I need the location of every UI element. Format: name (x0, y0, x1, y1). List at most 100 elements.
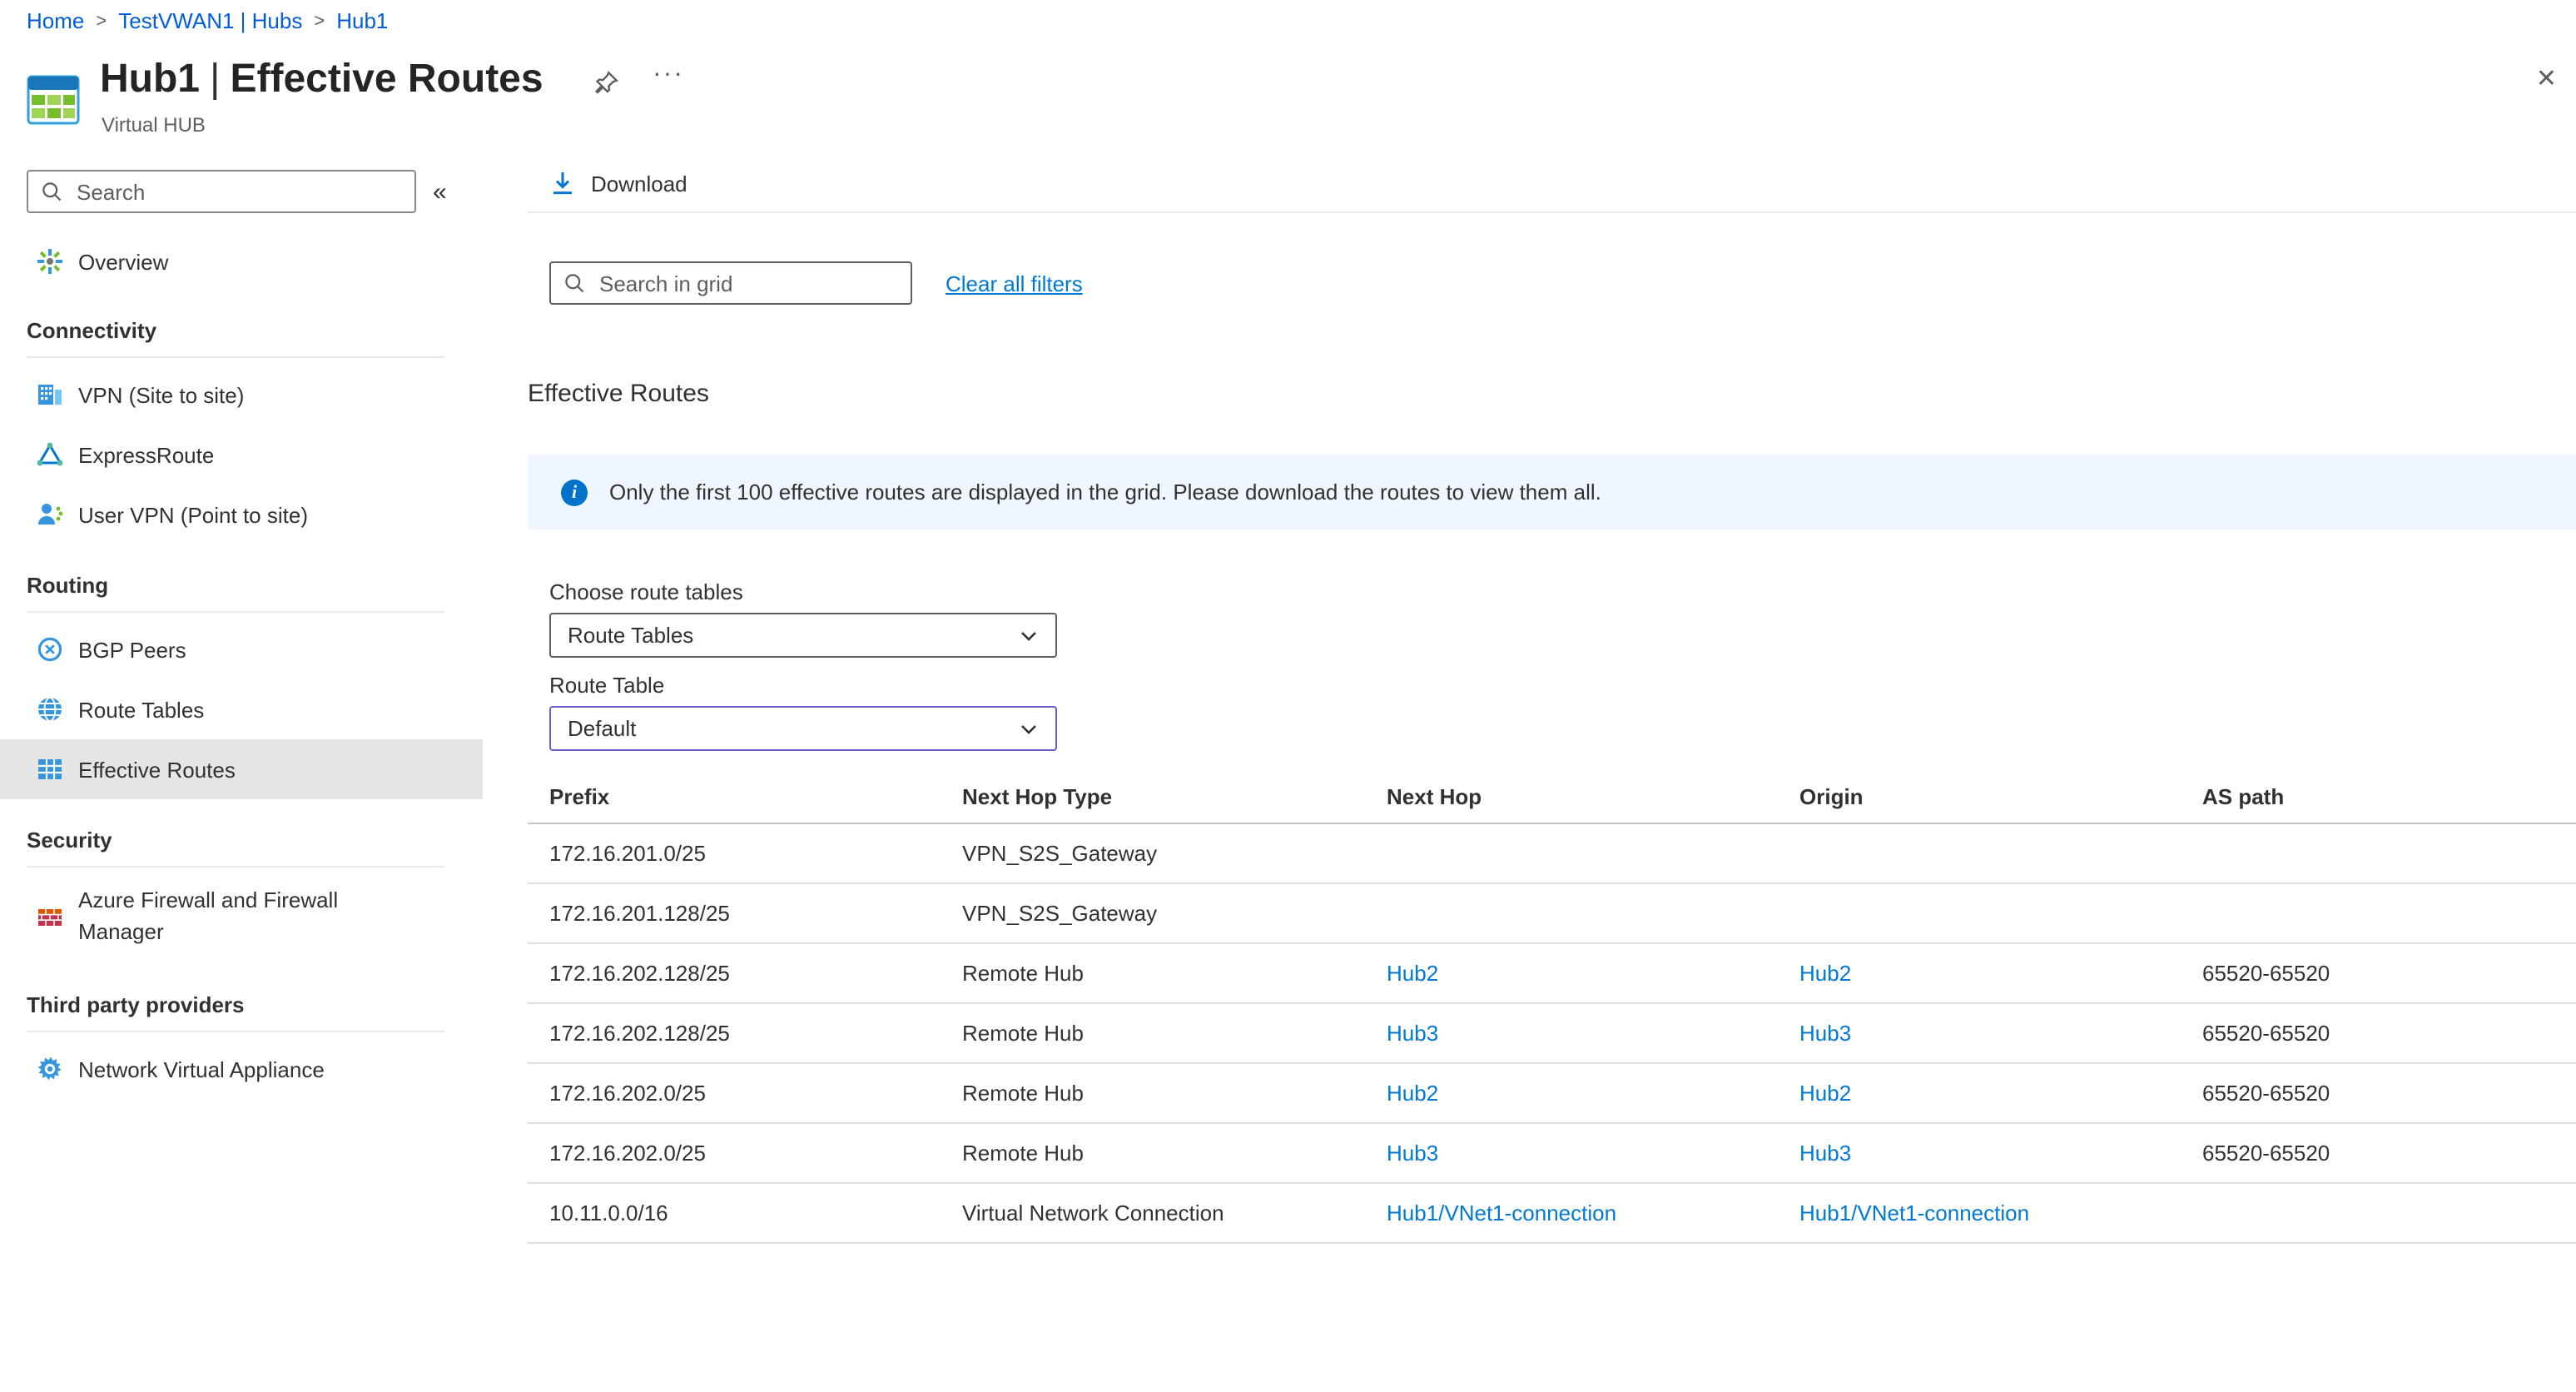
cell-origin-link[interactable]: Hub3 (1799, 1141, 2202, 1166)
sidebar-section-security: Security (0, 819, 483, 853)
breadcrumb-separator: > (96, 11, 107, 31)
page-subtitle: Virtual HUB (102, 113, 206, 137)
sidebar-item-label: ExpressRoute (78, 442, 214, 467)
overview-icon (37, 248, 63, 275)
route-tables-dropdown-value: Route Tables (568, 623, 1019, 648)
cell-as-path: 65520-65520 (2202, 1081, 2576, 1106)
sidebar-item-effective-routes[interactable]: Effective Routes (0, 739, 483, 799)
column-header-next-hop[interactable]: Next Hop (1387, 783, 1799, 808)
cell-next-hop-type: Remote Hub (962, 1141, 1387, 1166)
sidebar-item-label: Effective Routes (78, 757, 236, 782)
table-row[interactable]: 10.11.0.0/16 Virtual Network Connection … (528, 1184, 2576, 1244)
sidebar-section-third-party: Third party providers (0, 984, 483, 1017)
sidebar-collapse-button[interactable]: « (433, 177, 447, 206)
sidebar-item-azure-firewall[interactable]: Azure Firewall and Firewall Manager (0, 874, 483, 961)
vpn-site-to-site-icon (37, 381, 63, 408)
divider (27, 611, 444, 613)
cell-prefix: 172.16.202.0/25 (549, 1141, 962, 1166)
command-bar: Download (528, 167, 2576, 213)
cell-origin-link[interactable]: Hub2 (1799, 1081, 2202, 1106)
sidebar-item-vpn-site-to-site[interactable]: VPN (Site to site) (0, 365, 483, 425)
info-banner: Only the first 100 effective routes are … (528, 455, 2576, 529)
cell-next-hop-link[interactable]: Hub3 (1387, 1021, 1799, 1046)
route-table-label: Route Table (549, 673, 664, 698)
column-header-origin[interactable]: Origin (1799, 783, 2202, 808)
clear-all-filters-link[interactable]: Clear all filters (946, 271, 1083, 296)
route-table-dropdown[interactable]: Default (549, 706, 1057, 751)
table-row[interactable]: 172.16.202.0/25 Remote Hub Hub3 Hub3 655… (528, 1124, 2576, 1184)
close-icon[interactable]: ✕ (2536, 63, 2557, 93)
sidebar-item-label: Azure Firewall and Firewall Manager (78, 886, 386, 948)
table-row[interactable]: 172.16.202.128/25 Remote Hub Hub2 Hub2 6… (528, 944, 2576, 1004)
page-title-separator: | (200, 57, 230, 102)
effective-routes-icon (37, 756, 63, 783)
page-title-resource: Hub1 (100, 57, 200, 102)
route-tables-dropdown[interactable]: Route Tables (549, 613, 1057, 658)
network-virtual-appliance-icon (37, 1056, 63, 1082)
search-icon (563, 271, 586, 295)
table-header: Prefix Next Hop Type Next Hop Origin AS … (528, 769, 2576, 824)
page-title-blade: Effective Routes (230, 57, 543, 102)
cell-next-hop-type: VPN_S2S_Gateway (962, 901, 1387, 926)
sidebar-item-label: BGP Peers (78, 637, 186, 662)
cell-prefix: 172.16.202.128/25 (549, 961, 962, 986)
cell-next-hop-type: Remote Hub (962, 1081, 1387, 1106)
cell-next-hop-link[interactable]: Hub2 (1387, 961, 1799, 986)
cell-origin-link[interactable]: Hub2 (1799, 961, 2202, 986)
sidebar-item-label: Network Virtual Appliance (78, 1056, 325, 1081)
chevron-down-icon (1019, 625, 1039, 645)
grid-search-input[interactable] (596, 269, 899, 297)
cell-prefix: 172.16.202.0/25 (549, 1081, 962, 1106)
cell-prefix: 172.16.201.128/25 (549, 901, 962, 926)
more-options-icon[interactable]: ··· (653, 60, 684, 90)
divider (27, 866, 444, 868)
breadcrumb-hubs-link[interactable]: TestVWAN1 | Hubs (118, 8, 302, 33)
table-row[interactable]: 172.16.202.0/25 Remote Hub Hub2 Hub2 655… (528, 1064, 2576, 1124)
cell-next-hop-link[interactable]: Hub1/VNet1-connection (1387, 1201, 1799, 1225)
breadcrumb-hub1-link[interactable]: Hub1 (336, 8, 388, 33)
sidebar-item-user-vpn[interactable]: User VPN (Point to site) (0, 485, 483, 544)
effective-routes-table: Prefix Next Hop Type Next Hop Origin AS … (528, 769, 2576, 1244)
sidebar-item-network-virtual-appliance[interactable]: Network Virtual Appliance (0, 1039, 483, 1099)
info-icon (561, 479, 588, 505)
download-icon (549, 170, 576, 196)
column-header-next-hop-type[interactable]: Next Hop Type (962, 783, 1387, 808)
grid-search[interactable] (549, 261, 912, 305)
cell-as-path: 65520-65520 (2202, 1021, 2576, 1046)
breadcrumb-home-link[interactable]: Home (27, 8, 84, 33)
cell-origin-link[interactable]: Hub3 (1799, 1021, 2202, 1046)
cell-origin-link[interactable]: Hub1/VNet1-connection (1799, 1201, 2202, 1225)
sidebar: « Overview Connectivity VPN (Site to sit… (0, 167, 483, 1099)
download-label: Download (591, 171, 687, 196)
column-header-as-path[interactable]: AS path (2202, 783, 2576, 808)
sidebar-section-routing: Routing (0, 564, 483, 598)
cell-next-hop-link[interactable]: Hub3 (1387, 1141, 1799, 1166)
table-row[interactable]: 172.16.201.128/25 VPN_S2S_Gateway (528, 884, 2576, 944)
info-banner-text: Only the first 100 effective routes are … (609, 480, 1601, 505)
cell-next-hop-type: Virtual Network Connection (962, 1201, 1387, 1225)
sidebar-search-input[interactable] (73, 177, 403, 206)
sidebar-item-overview[interactable]: Overview (0, 236, 483, 286)
choose-route-tables-label: Choose route tables (549, 579, 743, 604)
virtual-hub-icon (27, 75, 80, 125)
effective-routes-heading: Effective Routes (528, 380, 709, 408)
user-vpn-icon (37, 501, 63, 528)
sidebar-item-route-tables[interactable]: Route Tables (0, 679, 483, 739)
sidebar-item-label: Overview (78, 249, 168, 274)
divider (27, 1031, 444, 1032)
page: Home > TestVWAN1 | Hubs > Hub1 Hub1|Effe… (0, 0, 2576, 1392)
download-button[interactable]: Download (549, 170, 687, 196)
column-header-prefix[interactable]: Prefix (549, 783, 962, 808)
sidebar-item-expressroute[interactable]: ExpressRoute (0, 425, 483, 485)
table-row[interactable]: 172.16.202.128/25 Remote Hub Hub3 Hub3 6… (528, 1004, 2576, 1064)
chevron-down-icon (1019, 718, 1039, 738)
cell-next-hop-link[interactable]: Hub2 (1387, 1081, 1799, 1106)
cell-prefix: 172.16.202.128/25 (549, 1021, 962, 1046)
table-row[interactable]: 172.16.201.0/25 VPN_S2S_Gateway (528, 824, 2576, 884)
bgp-peers-icon (37, 636, 63, 663)
pin-icon[interactable] (593, 70, 619, 97)
sidebar-item-bgp-peers[interactable]: BGP Peers (0, 619, 483, 679)
sidebar-search[interactable] (27, 170, 416, 213)
sidebar-item-label: User VPN (Point to site) (78, 502, 308, 527)
search-icon (40, 180, 63, 203)
